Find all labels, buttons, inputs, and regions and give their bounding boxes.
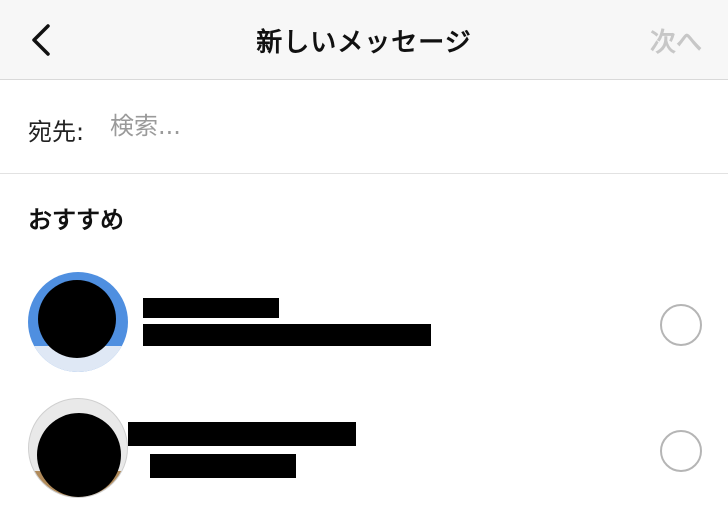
avatar bbox=[28, 272, 128, 372]
recipient-label: 宛先: bbox=[28, 118, 85, 146]
contact-name-redacted bbox=[143, 298, 279, 318]
top-bar: 新しいメッセージ 次へ bbox=[0, 0, 728, 80]
avatar-redaction bbox=[38, 280, 116, 358]
suggested-contact[interactable] bbox=[0, 388, 728, 508]
contact-subtitle-redacted bbox=[143, 324, 431, 346]
contact-subtitle-redacted bbox=[150, 454, 296, 478]
suggested-contact[interactable] bbox=[0, 262, 728, 382]
recipient-search-input[interactable] bbox=[110, 108, 690, 144]
avatar bbox=[28, 398, 128, 498]
avatar-redaction bbox=[37, 413, 121, 497]
select-radio[interactable] bbox=[660, 304, 702, 346]
next-button[interactable]: 次へ bbox=[650, 22, 702, 59]
recipient-row: 宛先: bbox=[0, 80, 728, 174]
select-radio[interactable] bbox=[660, 430, 702, 472]
suggested-heading: おすすめ bbox=[28, 206, 124, 234]
contact-name-redacted bbox=[128, 422, 356, 446]
page-title: 新しいメッセージ bbox=[256, 28, 472, 58]
